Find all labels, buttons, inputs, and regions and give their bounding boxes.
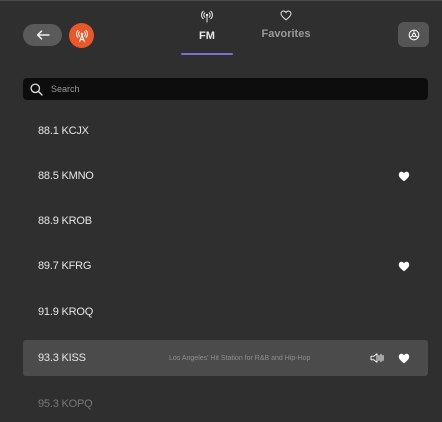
settings-button[interactable] <box>398 22 429 47</box>
station-name: 95.3 KOPQ <box>38 398 93 410</box>
heart-icon[interactable] <box>398 261 410 272</box>
tab-fm-label: FM <box>199 30 215 42</box>
tab-fm[interactable]: FM <box>181 10 233 42</box>
station-name: 93.3 KISS <box>38 352 86 364</box>
station-name: 88.1 KCJX <box>38 125 89 137</box>
search-input[interactable] <box>49 83 413 95</box>
heart-icon[interactable] <box>398 353 410 364</box>
station-row[interactable]: 89.7 KFRG <box>23 248 428 284</box>
tab-favorites[interactable]: Favorites <box>258 10 314 40</box>
speaker-icon <box>370 353 384 363</box>
settings-icon <box>408 29 419 40</box>
station-name: 89.7 KFRG <box>38 260 92 272</box>
station-name: 88.5 KMNO <box>38 170 94 182</box>
tab-favorites-label: Favorites <box>261 28 311 40</box>
back-button[interactable] <box>23 24 62 46</box>
station-row[interactable]: 91.9 KROQ <box>23 294 428 330</box>
radio-app: FM Favorites 88.1 KCJX 88.5 KMNO <box>0 0 442 422</box>
station-row[interactable]: 88.5 KMNO <box>23 158 428 194</box>
station-row[interactable]: 88.9 KROB <box>23 203 428 239</box>
heart-outline-icon <box>280 10 292 21</box>
station-row-selected[interactable]: 93.3 KISS Los Angeles' Hit Station for R… <box>23 340 428 376</box>
station-name: 91.9 KROQ <box>38 306 94 318</box>
antenna-icon <box>201 10 213 23</box>
search-bar[interactable] <box>23 78 428 100</box>
back-arrow-icon <box>36 30 50 40</box>
station-name: 88.9 KROB <box>38 215 92 227</box>
search-icon <box>30 82 43 96</box>
radio-tower-icon <box>75 29 88 42</box>
heart-icon[interactable] <box>398 171 410 182</box>
station-row[interactable]: 88.1 KCJX <box>23 113 428 149</box>
station-description: Los Angeles' Hit Station for R&B and Hip… <box>169 354 311 362</box>
active-tab-indicator <box>181 53 233 55</box>
radio-source-button[interactable] <box>69 23 94 48</box>
station-row[interactable]: 95.3 KOPQ <box>23 386 428 422</box>
